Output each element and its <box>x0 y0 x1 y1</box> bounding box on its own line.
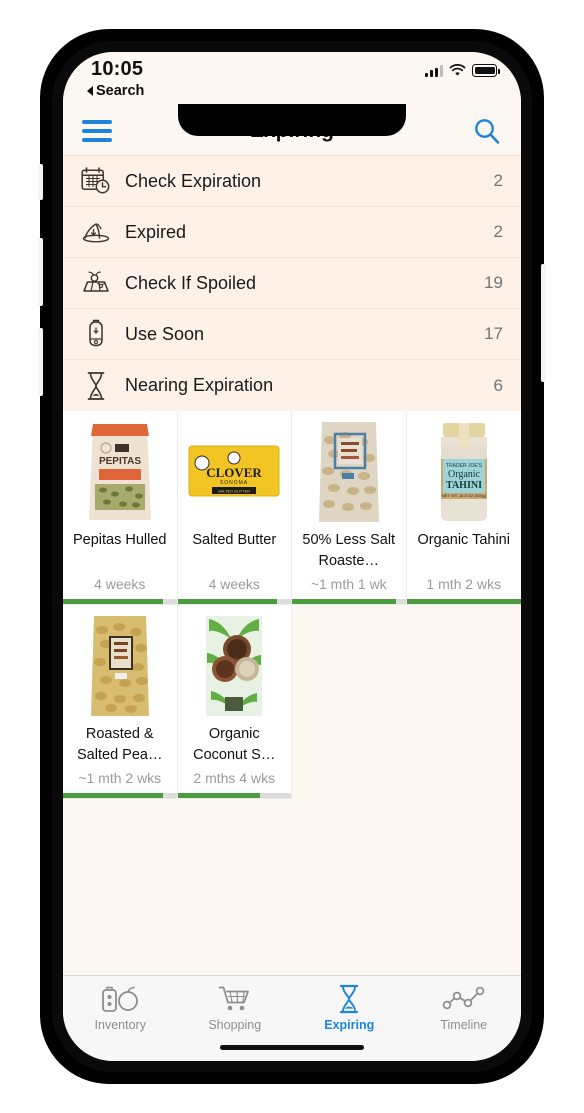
svg-text:PEPITAS: PEPITAS <box>99 456 141 467</box>
category-row-check-if-spoiled[interactable]: Check If Spoiled 19 <box>63 258 521 309</box>
tab-shopping[interactable]: Shopping <box>178 984 293 1032</box>
tab-timeline[interactable]: Timeline <box>407 984 522 1032</box>
screenshot-stage: 10:05 Search Expiring <box>0 0 584 1113</box>
spoiled-melting-icon <box>75 215 117 249</box>
product-progress-bar <box>292 599 406 604</box>
product-time-remaining: 1 mth 2 wks <box>426 576 502 592</box>
product-time-remaining: 4 weeks <box>208 576 260 592</box>
peanuts-bag-image <box>292 411 406 529</box>
clover-butter-image: CLOVER SONOMA SALTED BUTTER <box>178 411 292 529</box>
category-label: Check Expiration <box>125 170 262 191</box>
svg-text:SALTED BUTTER: SALTED BUTTER <box>218 489 250 494</box>
status-bar: 10:05 Search <box>63 52 521 106</box>
category-count: 2 <box>493 171 503 190</box>
product-time-remaining: 2 mths 4 wks <box>193 770 276 786</box>
svg-text:NET WT. 16.6 OZ (500g): NET WT. 16.6 OZ (500g) <box>442 493 487 498</box>
tab-inventory[interactable]: Inventory <box>63 984 178 1032</box>
calendar-clock-icon <box>75 164 117 198</box>
product-card[interactable]: 50% Less Salt Roaste… ~1 mth 1 wk <box>292 411 407 605</box>
svg-text:SONOMA: SONOMA <box>220 480 248 486</box>
home-indicator[interactable] <box>220 1045 364 1050</box>
hourglass-icon <box>337 984 361 1014</box>
product-card[interactable]: CLOVER SONOMA SALTED BUTTER Salted Butte… <box>177 411 292 605</box>
category-label: Nearing Expiration <box>125 375 274 395</box>
category-count: 6 <box>493 375 503 395</box>
product-grid-wrapper: PEPITAS Pepitas Hulled 4 weeks CLOVER SO… <box>63 411 521 920</box>
category-label: Expired <box>125 221 187 242</box>
tab-label: Timeline <box>440 1018 488 1032</box>
cellular-signal-icon <box>425 64 443 77</box>
product-progress-bar <box>177 599 291 604</box>
product-name: Roasted & Salted Pea… <box>77 726 163 763</box>
coconut-bag-image <box>178 605 292 723</box>
svg-text:CLOVER: CLOVER <box>206 465 262 480</box>
svg-text:TAHINI: TAHINI <box>446 480 482 491</box>
category-row-nearing-expiration[interactable]: Nearing Expiration 6 <box>63 360 521 411</box>
notch <box>178 104 406 136</box>
back-label: Search <box>96 83 145 99</box>
product-card[interactable]: Organic Coconut S… 2 mths 4 wks <box>177 605 292 799</box>
product-name: Organic Tahini <box>417 532 510 548</box>
grid-empty-filler <box>292 605 521 799</box>
hourglass-icon <box>75 369 117 403</box>
volume-up-button[interactable] <box>38 238 43 306</box>
pepitas-bag-image: PEPITAS <box>63 411 177 529</box>
product-card[interactable]: PEPITAS Pepitas Hulled 4 weeks <box>63 411 178 605</box>
battery-full-icon <box>472 64 500 77</box>
volume-down-button[interactable] <box>38 328 43 396</box>
wifi-icon <box>449 64 466 76</box>
power-button[interactable] <box>541 264 546 382</box>
product-name: Pepitas Hulled <box>73 532 167 548</box>
jar-icon <box>75 317 117 351</box>
category-count: 19 <box>484 273 503 292</box>
status-indicators <box>425 64 500 77</box>
category-row-check-expiration[interactable]: Check Expiration 2 <box>63 156 521 207</box>
hamburger-menu-icon[interactable] <box>82 119 112 142</box>
category-label: Use Soon <box>125 323 205 344</box>
product-name: Salted Butter <box>192 532 277 548</box>
roasted-peanuts-image <box>63 605 177 723</box>
category-count: 17 <box>484 324 503 343</box>
search-icon[interactable] <box>472 116 502 146</box>
product-progress-bar <box>63 599 177 604</box>
jar-fruit-icon <box>99 984 141 1014</box>
product-card[interactable]: TRADER JOE'S Organic TAHINI NET WT. 16.6… <box>406 411 522 605</box>
product-grid: PEPITAS Pepitas Hulled 4 weeks CLOVER SO… <box>63 411 521 799</box>
product-progress-bar <box>406 599 521 604</box>
product-name: Organic Coconut S… <box>193 726 276 763</box>
category-row-use-soon[interactable]: Use Soon 17 <box>63 309 521 360</box>
tab-label: Shopping <box>208 1018 262 1032</box>
tahini-jar-image: TRADER JOE'S Organic TAHINI NET WT. 16.6… <box>407 411 522 529</box>
category-list: Check Expiration 2 Expired 2 Check If Sp… <box>63 156 521 411</box>
svg-text:Organic: Organic <box>448 469 481 480</box>
silent-switch-button[interactable] <box>38 164 43 200</box>
product-time-remaining: 4 weeks <box>94 576 146 592</box>
product-card[interactable]: Roasted & Salted Pea… ~1 mth 2 wks <box>63 605 178 799</box>
tab-expiring[interactable]: Expiring <box>292 984 407 1032</box>
timeline-chart-icon <box>442 984 486 1014</box>
tab-label: Expiring <box>324 1018 375 1032</box>
product-time-remaining: ~1 mth 1 wk <box>310 576 387 592</box>
phone-screen: 10:05 Search Expiring <box>63 52 521 1061</box>
category-label: Check If Spoiled <box>125 272 257 293</box>
product-time-remaining: ~1 mth 2 wks <box>78 770 162 786</box>
tab-label: Inventory <box>94 1018 146 1032</box>
category-row-expired[interactable]: Expired 2 <box>63 207 521 258</box>
product-progress-bar <box>177 793 291 798</box>
product-progress-bar <box>63 793 177 798</box>
empty-content-area <box>63 799 521 920</box>
product-name: 50% Less Salt Roaste… <box>302 532 396 569</box>
crate-flies-icon <box>75 266 117 300</box>
status-time: 10:05 <box>91 58 144 80</box>
back-to-search-link[interactable]: Search <box>87 83 144 99</box>
triangle-left-icon <box>87 86 93 96</box>
shopping-cart-icon <box>218 984 252 1014</box>
category-count: 2 <box>493 222 503 241</box>
